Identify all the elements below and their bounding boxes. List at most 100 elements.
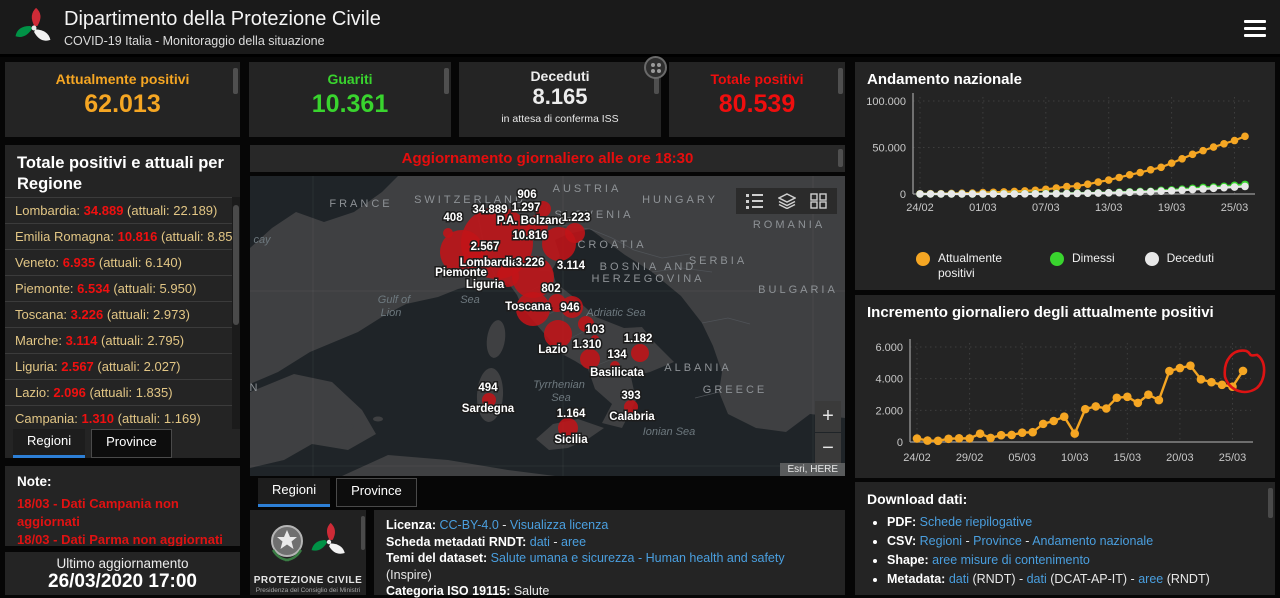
link[interactable]: dati: [1027, 572, 1047, 586]
card-label: Guariti: [249, 62, 451, 87]
svg-text:1.297: 1.297: [512, 202, 541, 214]
license-panel: Licenza: CC-BY-4.0 - Visualizza licenzaS…: [374, 510, 845, 595]
link[interactable]: dati: [530, 535, 550, 549]
card-totale-positivi: Totale positivi 80.539: [669, 62, 845, 137]
svg-text:20/03: 20/03: [1166, 452, 1194, 464]
svg-text:2.567: 2.567: [471, 241, 500, 253]
svg-text:393: 393: [621, 390, 640, 402]
legend-dot-icon: [916, 252, 930, 266]
card-label: Totale positivi: [669, 62, 845, 87]
svg-text:25/03: 25/03: [1221, 202, 1249, 214]
svg-text:10.816: 10.816: [512, 230, 547, 242]
svg-text:SWITZERLAND: SWITZERLAND: [414, 194, 526, 206]
zoom-in-button[interactable]: +: [815, 401, 841, 432]
text-segment: -: [550, 535, 561, 549]
italy-emblem-icon: [272, 526, 302, 560]
region-row[interactable]: Campania: 1.310 (attuali: 1.169): [5, 405, 240, 429]
link[interactable]: aree misure di contenimento: [932, 553, 1090, 567]
region-row[interactable]: Liguria: 2.567 (attuali: 2.027): [5, 353, 240, 379]
license-line: Scheda metadati RNDT: dati - aree: [386, 534, 833, 551]
download-list: PDF: Schede riepilogativeCSV: Regioni - …: [855, 513, 1275, 589]
note-line: 18/03 - Dati Campania non aggiornati: [5, 495, 240, 531]
tab-regioni[interactable]: Regioni: [13, 429, 85, 458]
region-list-scrollbar[interactable]: [232, 197, 240, 429]
license-line: Categoria ISO 19115: Salute: [386, 583, 833, 598]
text-segment: Scheda metadati RNDT:: [386, 535, 530, 549]
map-tab-regioni[interactable]: Regioni: [258, 478, 330, 507]
svg-text:946: 946: [560, 302, 579, 314]
svg-text:1.182: 1.182: [624, 333, 653, 345]
banner-scrollbar[interactable]: [838, 149, 843, 167]
legend-item[interactable]: Dimessi: [1050, 251, 1115, 280]
link[interactable]: Regioni: [920, 534, 962, 548]
map-attribution: Esri, HERE: [780, 463, 845, 476]
svg-text:N: N: [250, 382, 260, 394]
incremento-chart: 24/0229/0205/0310/0315/0320/0325/0302.00…: [855, 325, 1275, 473]
card-scrollbar[interactable]: [444, 68, 449, 94]
region-row[interactable]: Piemonte: 6.534 (attuali: 5.950): [5, 275, 240, 301]
text-segment: (DCAT-AP-IT) -: [1047, 572, 1138, 586]
svg-text:cay: cay: [253, 234, 272, 246]
svg-text:Tyrrhenian: Tyrrhenian: [533, 379, 585, 391]
link[interactable]: Schede riepilogative: [920, 515, 1033, 529]
map-widget[interactable]: FRANCESWITZERLANDAUSTRIASLOVENIAHUNGARYR…: [250, 176, 845, 476]
logo-box-scrollbar[interactable]: [361, 516, 365, 550]
andamento-chart: 24/0201/0307/0313/0319/0325/03050.000100…: [855, 92, 1275, 218]
panel-title: Totale positivi e attuali per Regione: [5, 145, 240, 198]
download-scrollbar[interactable]: [1268, 488, 1273, 518]
tab-province[interactable]: Province: [91, 429, 172, 458]
card-scrollbar[interactable]: [233, 68, 238, 94]
text-segment: -: [1022, 534, 1032, 548]
zoom-out-button[interactable]: −: [815, 433, 841, 464]
region-row[interactable]: Veneto: 6.935 (attuali: 6.140): [5, 249, 240, 275]
region-row[interactable]: Marche: 3.114 (attuali: 2.795): [5, 327, 240, 353]
text-segment: (RNDT) -: [969, 572, 1027, 586]
region-row[interactable]: Toscana: 3.226 (attuali: 2.973): [5, 301, 240, 327]
svg-text:408: 408: [443, 212, 463, 224]
download-item: Metadata: dati (RNDT) - dati (DCAT-AP-IT…: [887, 570, 1275, 589]
update-banner-text: Aggiornamento giornaliero alle ore 18:30: [250, 145, 845, 172]
link[interactable]: Visualizza licenza: [510, 518, 608, 532]
link[interactable]: aree: [1138, 572, 1163, 586]
legend-item[interactable]: Deceduti: [1145, 251, 1214, 280]
text-segment: Salute: [514, 584, 549, 598]
legend-item[interactable]: Attualmente positivi: [916, 251, 1020, 280]
basemap-gallery-icon[interactable]: [810, 193, 827, 209]
legend-label: Attualmente positivi: [938, 251, 1020, 280]
link[interactable]: Salute umana e sicurezza - Human health …: [491, 551, 785, 565]
widget-drag-handle[interactable]: [644, 56, 667, 79]
link[interactable]: Province: [973, 534, 1022, 548]
svg-text:Sea: Sea: [460, 294, 480, 306]
svg-text:103: 103: [585, 324, 604, 336]
institution-emblems: [263, 516, 353, 568]
chart-title: Incremento giornaliero degli attualmente…: [855, 295, 1275, 323]
map-canvas[interactable]: FRANCESWITZERLANDAUSTRIASLOVENIAHUNGARYR…: [250, 176, 845, 476]
layers-icon[interactable]: [778, 193, 796, 209]
map-tab-province[interactable]: Province: [336, 478, 417, 507]
svg-text:Piemonte: Piemonte: [435, 267, 487, 279]
link[interactable]: CC-BY-4.0: [440, 518, 499, 532]
svg-text:FRANCE: FRANCE: [329, 198, 392, 210]
card-scrollbar[interactable]: [838, 68, 843, 94]
svg-text:ROMANIA: ROMANIA: [753, 219, 825, 231]
region-row[interactable]: Lazio: 2.096 (attuali: 1.835): [5, 379, 240, 405]
menu-icon[interactable]: [1244, 20, 1266, 41]
region-row[interactable]: Emilia Romagna: 10.816 (attuali: 8.850): [5, 223, 240, 249]
incremento-giornaliero-panel: Incremento giornaliero degli attualmente…: [855, 295, 1275, 478]
svg-text:HUNGARY: HUNGARY: [642, 194, 718, 206]
link[interactable]: aree: [561, 535, 586, 549]
svg-text:0: 0: [900, 189, 906, 201]
svg-text:13/03: 13/03: [1095, 202, 1123, 214]
text-segment: -: [499, 518, 510, 532]
link[interactable]: dati: [949, 572, 969, 586]
svg-text:Sardegna: Sardegna: [462, 403, 515, 415]
legend-icon[interactable]: [746, 193, 764, 209]
region-row[interactable]: Lombardia: 34.889 (attuali: 22.189): [5, 197, 240, 223]
app-title: Dipartimento della Protezione Civile: [64, 8, 381, 31]
text-segment: Categoria ISO 19115:: [386, 584, 514, 598]
protezione-civile-logo-icon: [12, 7, 56, 49]
zoom-controls: + −: [815, 401, 841, 465]
svg-text:3.114: 3.114: [557, 260, 586, 272]
link[interactable]: Andamento nazionale: [1032, 534, 1153, 548]
svg-text:100.000: 100.000: [866, 96, 906, 108]
